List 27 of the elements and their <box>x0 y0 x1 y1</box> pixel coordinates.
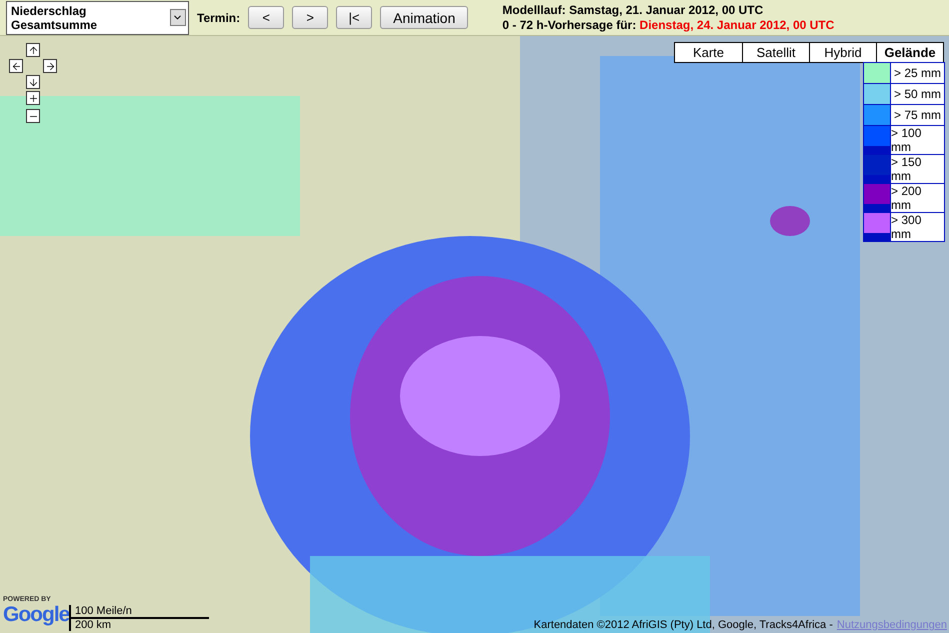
termin-label: Termin: <box>197 10 240 24</box>
model-run-text: Modelllauf: Samstag, 21. Januar 2012, 00 UTC <box>502 2 764 18</box>
forecast-date: Dienstag, 24. Januar 2012, 00 UTC <box>640 18 834 32</box>
step-button[interactable]: > <box>292 6 328 29</box>
google-logo[interactable]: Google <box>3 603 70 627</box>
scale-bar-miles: 100 Meile/n <box>69 605 209 619</box>
map-type-tab[interactable]: Karte <box>675 43 742 62</box>
legend-label: > 25 mm <box>891 63 944 83</box>
step-button[interactable]: |< <box>336 6 372 29</box>
product-dropdown[interactable]: Niederschlag Gesamtsumme <box>6 0 189 34</box>
zoom-in-icon[interactable] <box>26 91 40 105</box>
step-button[interactable]: < <box>248 6 284 29</box>
attribution-text: Kartendaten ©2012 AfriGIS (Pty) Ltd, Google, Tracks4Africa - <box>534 619 833 631</box>
caret-icon <box>170 9 186 26</box>
map-type-tab[interactable]: Satellit <box>742 43 809 62</box>
legend-label: > 50 mm <box>891 84 944 104</box>
zoom-out-icon[interactable] <box>26 109 40 123</box>
legend-label: > 150 mm <box>891 155 944 183</box>
map-type-tab[interactable]: Gelände <box>876 43 943 62</box>
legend-label: > 100 mm <box>891 126 944 154</box>
animation-button[interactable]: Animation <box>380 6 468 29</box>
map-type-tab[interactable]: Hybrid <box>809 43 876 62</box>
forecast-label: 0 - 72 h-Vorhersage für: <box>502 18 636 32</box>
scale-bar-km: 200 km <box>69 619 209 631</box>
legend-label: > 300 mm <box>891 213 944 241</box>
legend-label: > 75 mm <box>891 105 944 125</box>
legend-label: > 200 mm <box>891 184 944 212</box>
